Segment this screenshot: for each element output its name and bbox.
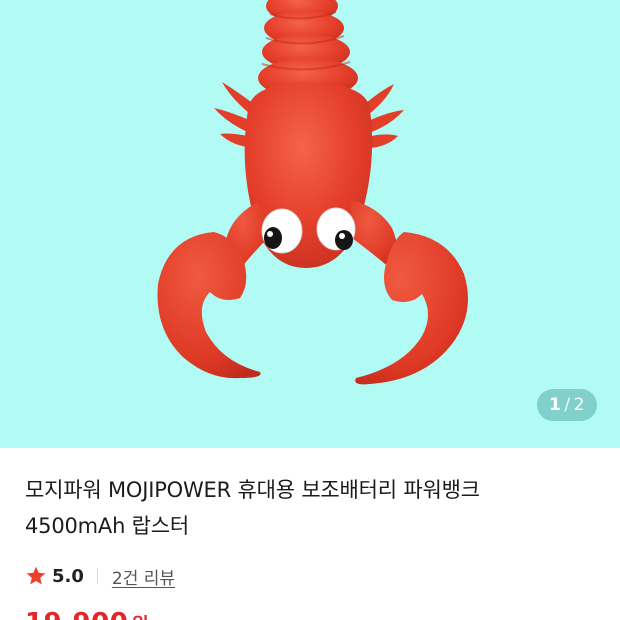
rating-row: 5.0 2건 리뷰: [25, 563, 175, 589]
product-title-line-2: 4500mAh 랍스터: [25, 514, 190, 538]
product-detail-page: 1/2 모지파워 MOJIPOWER 휴대용 보조배터리 파워뱅크 4500mA…: [0, 0, 620, 620]
rating-score: 5.0: [52, 565, 84, 587]
counter-separator: /: [564, 395, 571, 415]
price-currency: 원: [131, 610, 148, 620]
product-title: 모지파워 MOJIPOWER 휴대용 보조배터리 파워뱅크 4500mAh 랍스…: [25, 472, 595, 544]
product-title-line-1: 모지파워 MOJIPOWER 휴대용 보조배터리 파워뱅크: [25, 478, 480, 502]
review-count-link[interactable]: 2건 리뷰: [112, 564, 175, 589]
lobster-product-image: [157, 0, 468, 385]
product-info-section: 모지파워 MOJIPOWER 휴대용 보조배터리 파워뱅크 4500mAh 랍스…: [0, 448, 620, 620]
price-row: 19,900 원: [25, 608, 149, 620]
current-image-number: 1: [549, 395, 562, 415]
star-icon: [26, 566, 46, 585]
total-image-count: 2: [573, 395, 585, 415]
product-price: 19,900: [25, 608, 128, 620]
image-page-counter: 1/2: [537, 389, 597, 421]
rating-divider: [96, 568, 98, 584]
product-image-gallery[interactable]: 1/2: [0, 0, 620, 448]
